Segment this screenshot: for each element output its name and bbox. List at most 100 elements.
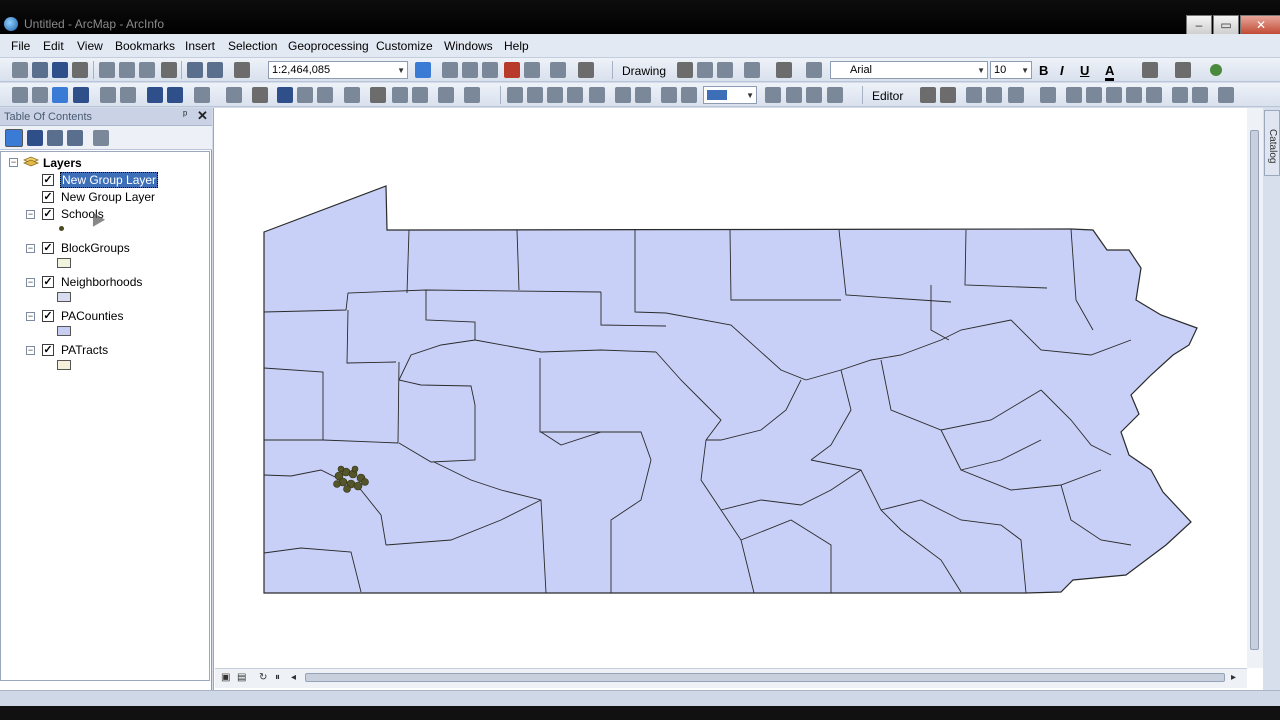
layer-visibility-checkbox[interactable]: ✓ <box>42 310 54 322</box>
cut-icon[interactable] <box>99 62 115 78</box>
marker-color-icon[interactable] <box>1210 64 1222 76</box>
italic-button[interactable]: I <box>1060 63 1064 78</box>
cut-polygon-icon[interactable] <box>1106 87 1122 103</box>
attributes-icon[interactable] <box>1172 87 1188 103</box>
fixed-zoom-in-icon[interactable] <box>100 87 116 103</box>
pan-icon[interactable] <box>52 87 68 103</box>
split-icon[interactable] <box>1126 87 1142 103</box>
full-extent-icon[interactable] <box>73 87 89 103</box>
layout-zoom-combo[interactable]: ▼ <box>703 86 757 104</box>
toc-root-row[interactable]: − Layers <box>1 155 201 171</box>
menu-insert[interactable]: Insert <box>185 39 215 53</box>
layout-tool-11-icon[interactable] <box>786 87 802 103</box>
list-by-source-icon[interactable] <box>27 130 43 146</box>
pennsylvania-counties-map[interactable] <box>214 108 1248 668</box>
layer-visibility-checkbox[interactable]: ✓ <box>42 242 54 254</box>
layer-visibility-checkbox[interactable]: ✓ <box>42 191 54 203</box>
select-features-icon[interactable] <box>194 87 210 103</box>
delete-icon[interactable] <box>161 62 177 78</box>
toc-options-icon[interactable] <box>93 130 109 146</box>
map-display[interactable] <box>213 108 1263 690</box>
scroll-right-icon[interactable]: ▸ <box>1231 672 1236 683</box>
menu-customize[interactable]: Customize <box>376 39 433 53</box>
line-color-icon[interactable] <box>1175 62 1191 78</box>
menu-help[interactable]: Help <box>504 39 529 53</box>
toc-layer-row[interactable]: ✓ New Group Layer <box>1 172 201 188</box>
point-tool-icon[interactable] <box>1008 87 1024 103</box>
search-window-icon[interactable] <box>482 62 498 78</box>
maximize-button[interactable]: ▭ <box>1213 15 1239 35</box>
collapse-icon[interactable]: − <box>26 346 35 355</box>
copy-icon[interactable] <box>119 62 135 78</box>
python-window-icon[interactable] <box>524 62 540 78</box>
toc-layer-row[interactable]: − ✓ BlockGroups <box>1 240 201 256</box>
rotate-icon[interactable] <box>697 62 713 78</box>
list-by-visibility-icon[interactable] <box>47 130 63 146</box>
close-button[interactable]: ✕ <box>1240 15 1280 35</box>
text-icon[interactable] <box>776 62 792 78</box>
fill-color-icon[interactable] <box>1142 62 1158 78</box>
layout-tool-9-icon[interactable] <box>681 87 697 103</box>
open-icon[interactable] <box>32 62 48 78</box>
time-slider-icon[interactable] <box>438 87 454 103</box>
trace-icon[interactable] <box>986 87 1002 103</box>
create-features-icon[interactable] <box>1218 87 1234 103</box>
data-view-icon[interactable]: ▣ <box>221 672 230 683</box>
underline-button[interactable]: U <box>1080 63 1089 78</box>
hyperlink-icon[interactable] <box>297 87 313 103</box>
paste-icon[interactable] <box>139 62 155 78</box>
identify-icon[interactable] <box>277 87 293 103</box>
redo-icon[interactable] <box>207 62 223 78</box>
new-document-icon[interactable] <box>12 62 28 78</box>
print-icon[interactable] <box>72 62 88 78</box>
menu-bookmarks[interactable]: Bookmarks <box>115 39 175 53</box>
list-by-drawing-order-icon[interactable] <box>5 129 23 147</box>
toc-window-icon[interactable] <box>442 62 458 78</box>
layout-tool-8-icon[interactable] <box>661 87 677 103</box>
toc-layer-row[interactable]: − ✓ PATracts <box>1 342 201 358</box>
collapse-icon[interactable]: − <box>26 210 35 219</box>
menu-view[interactable]: View <box>77 39 103 53</box>
forward-extent-icon[interactable] <box>167 87 183 103</box>
fixed-zoom-out-icon[interactable] <box>120 87 136 103</box>
menu-geoprocessing[interactable]: Geoprocessing <box>288 39 369 53</box>
minimize-button[interactable]: – <box>1186 15 1212 35</box>
bold-button[interactable]: B <box>1039 63 1048 78</box>
layout-tool-7-icon[interactable] <box>635 87 651 103</box>
list-by-selection-icon[interactable] <box>67 130 83 146</box>
collapse-icon[interactable]: − <box>26 312 35 321</box>
split-tool-icon[interactable] <box>1040 87 1056 103</box>
horizontal-scroll-thumb[interactable] <box>305 673 1225 682</box>
layer-visibility-checkbox[interactable]: ✓ <box>42 344 54 356</box>
refresh-icon[interactable]: ↻ <box>259 672 267 683</box>
layer-name[interactable]: New Group Layer <box>60 172 159 188</box>
zoom-to-selected-icon[interactable] <box>717 62 733 78</box>
collapse-icon[interactable]: − <box>9 158 18 167</box>
menu-selection[interactable]: Selection <box>228 39 277 53</box>
pin-icon[interactable]: ᵖ <box>183 109 187 121</box>
layer-name[interactable]: Neighborhoods <box>61 275 142 289</box>
layer-name[interactable]: BlockGroups <box>61 241 130 255</box>
reshape-icon[interactable] <box>1086 87 1102 103</box>
toc-layer-row[interactable]: − ✓ PACounties <box>1 308 201 324</box>
edit-vertices-tool-icon[interactable] <box>1066 87 1082 103</box>
layout-view-icon[interactable]: ▤ <box>237 672 246 683</box>
measure-icon[interactable] <box>344 87 360 103</box>
edit-vertices-icon[interactable] <box>806 62 822 78</box>
layer-visibility-checkbox[interactable]: ✓ <box>42 174 54 186</box>
zoom-in-icon[interactable] <box>12 87 28 103</box>
menu-windows[interactable]: Windows <box>444 39 493 53</box>
pause-drawing-icon[interactable]: ⏸ <box>275 672 280 683</box>
collapse-icon[interactable]: − <box>26 244 35 253</box>
select-elements-icon[interactable] <box>677 62 693 78</box>
catalog-tab[interactable]: Catalog <box>1264 110 1280 176</box>
layout-tool-12-icon[interactable] <box>806 87 822 103</box>
modelbuilder-icon[interactable] <box>550 62 566 78</box>
map-vertical-scrollbar[interactable] <box>1247 108 1263 668</box>
font-size-combo[interactable]: 10 ▼ <box>990 61 1032 79</box>
layout-tool-3-icon[interactable] <box>547 87 563 103</box>
toc-layer-row[interactable]: ✓ New Group Layer <box>1 189 201 205</box>
select-elements-tool-icon[interactable] <box>252 87 268 103</box>
toc-layer-row[interactable]: − ✓ Neighborhoods <box>1 274 201 290</box>
layer-visibility-checkbox[interactable]: ✓ <box>42 276 54 288</box>
